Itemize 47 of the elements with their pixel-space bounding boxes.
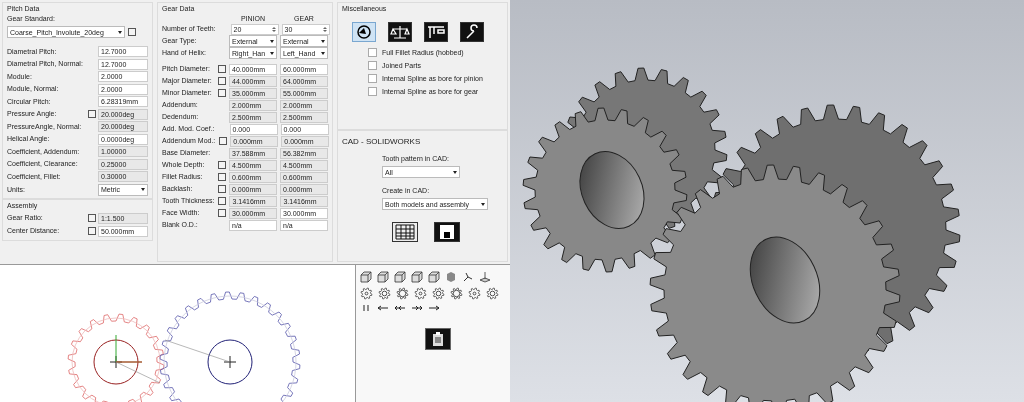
wrench-tool-button[interactable]: [460, 22, 484, 42]
group-title: CAD - SOLIDWORKS: [342, 137, 422, 146]
gear-icon[interactable]: [450, 287, 463, 300]
checkbox[interactable]: [218, 161, 226, 169]
checkbox[interactable]: [218, 89, 226, 97]
checkbox[interactable]: [368, 74, 377, 83]
gear-icon[interactable]: [396, 287, 409, 300]
view-cube-icon[interactable]: [411, 271, 423, 283]
checkbox[interactable]: [218, 65, 226, 73]
gear-icon[interactable]: [378, 287, 391, 300]
checkbox[interactable]: [218, 197, 227, 205]
checkbox[interactable]: [368, 48, 377, 57]
gear-icon[interactable]: [414, 287, 427, 300]
gear-icon[interactable]: [432, 287, 445, 300]
checkbox[interactable]: [368, 87, 377, 96]
table-button[interactable]: [392, 222, 418, 242]
axis-icon[interactable]: [462, 271, 474, 283]
checkbox[interactable]: [88, 227, 96, 235]
plane-icon[interactable]: [479, 271, 491, 283]
gauge-tool-button[interactable]: [352, 22, 376, 42]
checkbox[interactable]: [218, 173, 226, 181]
view-cube-icon[interactable]: [377, 271, 389, 283]
checkbox[interactable]: [219, 137, 228, 145]
view-cube-icon[interactable]: [394, 271, 406, 283]
pause-icon[interactable]: [360, 304, 372, 312]
step-forward-icon[interactable]: [428, 304, 440, 312]
checkbox[interactable]: [218, 77, 226, 85]
checkbox[interactable]: [88, 214, 96, 222]
checkbox[interactable]: [218, 209, 226, 217]
caliper-tool-button[interactable]: [424, 22, 448, 42]
view-cube-icon[interactable]: [428, 271, 440, 283]
checkbox[interactable]: [218, 185, 226, 193]
checkbox[interactable]: [128, 28, 136, 36]
solid-view-icon[interactable]: [445, 271, 457, 283]
fast-forward-icon[interactable]: [411, 304, 423, 312]
clipboard-icon: [430, 331, 446, 347]
gear-icon[interactable]: [360, 287, 373, 300]
save-button[interactable]: [434, 222, 460, 242]
clipboard-button[interactable]: [425, 328, 451, 350]
checkbox[interactable]: [368, 61, 377, 70]
view-cube-icon[interactable]: [360, 271, 372, 283]
gear-icon[interactable]: [468, 287, 481, 300]
checkbox[interactable]: [88, 110, 96, 118]
fast-rewind-icon[interactable]: [394, 304, 406, 312]
step-back-icon[interactable]: [377, 304, 389, 312]
balance-tool-button[interactable]: [388, 22, 412, 42]
gear-icon[interactable]: [486, 287, 499, 300]
